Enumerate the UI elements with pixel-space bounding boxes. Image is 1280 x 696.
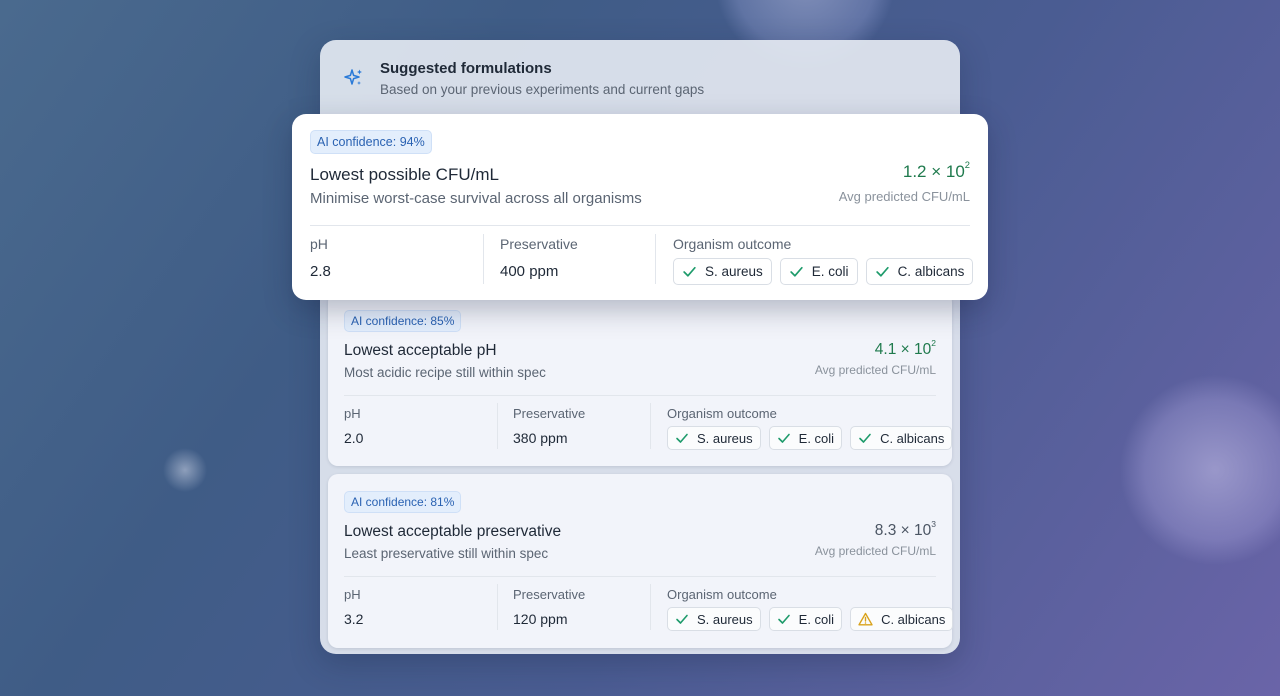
organism-chip-c-albicans: C. albicans (865, 258, 974, 285)
organism-chips: S. aureus E. coli C. albicans (667, 426, 953, 450)
divider (344, 576, 936, 577)
check-icon (676, 433, 688, 443)
organism-chip-e-coli: E. coli (779, 258, 858, 285)
predicted-cfu-value: 4.1 × 102 (874, 337, 936, 359)
preservative-label: Preservative (500, 236, 578, 252)
check-icon (683, 266, 696, 277)
divider (310, 225, 970, 226)
card-title: Lowest acceptable pH (344, 342, 497, 359)
formulation-card-lowest-ph[interactable]: AI confidence: 85% Lowest acceptable pH … (328, 292, 953, 466)
formulation-card-lowest-cfu[interactable]: AI confidence: 94% Lowest possible CFU/m… (292, 114, 988, 300)
card-description: Minimise worst-case survival across all … (310, 190, 642, 207)
check-icon (777, 614, 790, 624)
organism-chip-s-aureus: S. aureus (667, 607, 761, 631)
warning-icon (858, 612, 873, 626)
panel-title: Suggested formulations (380, 60, 552, 77)
value-caption: Avg predicted CFU/mL (838, 189, 970, 204)
check-icon (676, 614, 688, 624)
predicted-cfu-value: 1.2 × 102 (902, 160, 970, 181)
organism-chips: S. aureus E. coli C. albicans (673, 258, 974, 285)
column-divider (650, 584, 651, 630)
column-divider (483, 234, 484, 284)
preservative-label: Preservative (513, 406, 586, 421)
organism-chip-c-albicans: C. albicans (850, 426, 953, 450)
check-icon (875, 266, 889, 277)
column-divider (497, 584, 498, 630)
organism-chip-e-coli: E. coli (768, 426, 843, 450)
organism-chip-e-coli: E. coli (768, 607, 843, 631)
confidence-badge: AI confidence: 85% (344, 310, 462, 332)
organism-chip-s-aureus: S. aureus (673, 258, 772, 285)
divider (344, 395, 936, 396)
card-description: Least preservative still within spec (344, 546, 549, 561)
ph-label: pH (310, 236, 328, 252)
value-caption: Avg predicted CFU/mL (814, 544, 936, 558)
check-icon (790, 266, 803, 277)
preservative-value: 380 ppm (513, 430, 568, 446)
column-divider (655, 234, 656, 284)
preservative-value: 400 ppm (500, 263, 559, 280)
confidence-badge: AI confidence: 81% (344, 491, 462, 513)
ph-label: pH (344, 406, 361, 421)
card-title: Lowest acceptable preservative (344, 523, 562, 540)
formulation-card-lowest-preservative[interactable]: AI confidence: 81% Lowest acceptable pre… (328, 474, 954, 648)
organism-chip-c-albicans: C. albicans (850, 607, 954, 631)
organism-chips: S. aureus E. coli C. albicans (667, 607, 954, 631)
ph-value: 2.8 (310, 263, 331, 280)
ph-label: pH (344, 587, 361, 602)
card-description: Most acidic recipe still within spec (344, 365, 546, 380)
column-divider (497, 403, 498, 449)
organism-outcome-label: Organism outcome (667, 406, 777, 421)
organism-outcome-label: Organism outcome (673, 236, 792, 252)
preservative-label: Preservative (513, 587, 586, 602)
confidence-badge: AI confidence: 94% (310, 130, 432, 154)
preservative-value: 120 ppm (513, 611, 568, 627)
predicted-cfu-value: 8.3 × 103 (874, 518, 936, 540)
panel-header: Suggested formulations Based on your pre… (320, 40, 960, 114)
column-divider (650, 403, 651, 449)
organism-outcome-label: Organism outcome (667, 587, 777, 602)
panel-subtitle: Based on your previous experiments and c… (380, 82, 705, 97)
card-title: Lowest possible CFU/mL (310, 165, 499, 184)
check-icon (859, 433, 871, 443)
sparkle-icon (344, 69, 362, 85)
organism-chip-s-aureus: S. aureus (667, 426, 761, 450)
check-icon (777, 433, 790, 443)
value-caption: Avg predicted CFU/mL (814, 363, 936, 377)
ph-value: 3.2 (344, 611, 364, 627)
ph-value: 2.0 (344, 430, 364, 446)
